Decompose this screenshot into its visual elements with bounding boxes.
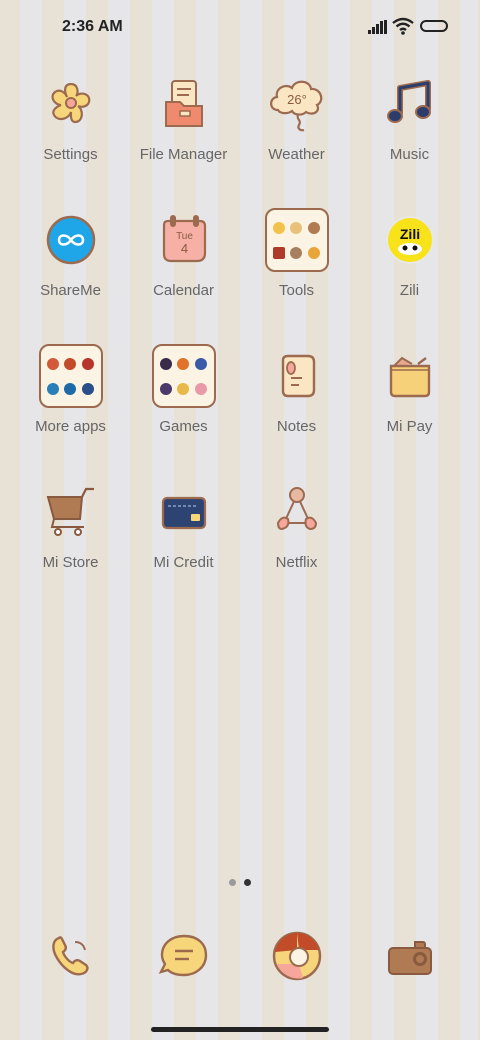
wallet-icon bbox=[389, 356, 430, 398]
notes-icon bbox=[281, 354, 315, 398]
app-label: Zili bbox=[399, 282, 420, 299]
weather-temperature: 26° bbox=[287, 92, 307, 107]
dock-camera[interactable] bbox=[353, 920, 466, 992]
app-label: More apps bbox=[35, 418, 106, 435]
app-tools[interactable]: Tools bbox=[240, 204, 353, 299]
app-shareme[interactable]: ShareMe bbox=[14, 204, 127, 299]
flower-icon bbox=[50, 82, 90, 124]
home-indicator[interactable] bbox=[151, 1027, 329, 1032]
camera-icon bbox=[387, 941, 432, 975]
app-mi-pay[interactable]: Mi Pay bbox=[353, 340, 466, 435]
app-label: Weather bbox=[268, 146, 325, 163]
app-label: ShareMe bbox=[40, 282, 101, 299]
page-indicator[interactable] bbox=[224, 878, 256, 888]
app-label: Music bbox=[389, 146, 430, 163]
app-label: Mi Credit bbox=[153, 554, 214, 571]
dock-messages[interactable] bbox=[127, 920, 240, 992]
shopping-cart-icon bbox=[46, 487, 94, 536]
page-dot-2-active[interactable] bbox=[244, 879, 251, 886]
app-more-apps[interactable]: More apps bbox=[14, 340, 127, 435]
app-games[interactable]: Games bbox=[127, 340, 240, 435]
app-label: File Manager bbox=[139, 146, 228, 163]
app-label: Notes bbox=[276, 418, 317, 435]
app-weather[interactable]: 26° Weather bbox=[240, 68, 353, 163]
battery-icon bbox=[420, 20, 448, 32]
app-notes[interactable]: Notes bbox=[240, 340, 353, 435]
app-label: Calendar bbox=[153, 282, 214, 299]
message-icon bbox=[158, 934, 207, 977]
app-file-manager[interactable]: File Manager bbox=[127, 68, 240, 163]
app-music[interactable]: Music bbox=[353, 68, 466, 163]
status-time: 2:36 AM bbox=[62, 18, 123, 35]
browser-icon bbox=[272, 931, 321, 981]
app-label: Netflix bbox=[275, 554, 318, 571]
music-note-icon bbox=[386, 80, 431, 123]
wifi-icon bbox=[392, 17, 414, 35]
app-label: Games bbox=[159, 418, 208, 435]
app-calendar[interactable]: Tue 4 Calendar bbox=[127, 204, 240, 299]
dock bbox=[14, 920, 466, 992]
app-mi-credit[interactable]: Mi Credit bbox=[127, 476, 240, 571]
tools-folder-icon bbox=[264, 208, 329, 272]
signal-icon bbox=[368, 20, 387, 34]
dock-browser[interactable] bbox=[240, 920, 353, 992]
app-netflix[interactable]: Netflix bbox=[240, 476, 353, 571]
weather-cloud-icon: 26° bbox=[269, 80, 322, 132]
games-folder-icon bbox=[151, 344, 216, 408]
dock-phone[interactable] bbox=[14, 920, 127, 992]
zili-icon: Zili bbox=[385, 216, 434, 264]
app-zili[interactable]: Zili Zili bbox=[353, 204, 466, 299]
shareme-icon bbox=[46, 215, 95, 265]
app-label: Settings bbox=[43, 146, 98, 163]
file-manager-icon bbox=[164, 80, 203, 127]
netflix-icon bbox=[276, 487, 317, 531]
zili-logo-text: Zili bbox=[399, 226, 419, 242]
app-label: Mi Pay bbox=[386, 418, 433, 435]
app-settings[interactable]: Settings bbox=[14, 68, 127, 163]
page-dot-1[interactable] bbox=[229, 879, 236, 886]
app-mi-store[interactable]: Mi Store bbox=[14, 476, 127, 571]
calendar-icon: Tue 4 bbox=[162, 215, 206, 263]
status-bar: 2:36 AM bbox=[0, 0, 480, 54]
calendar-date: 4 bbox=[180, 241, 187, 256]
more-apps-folder-icon bbox=[38, 344, 103, 408]
app-label: Tools bbox=[278, 282, 315, 299]
phone-icon bbox=[51, 936, 89, 976]
app-label: Mi Store bbox=[42, 554, 99, 571]
credit-card-icon bbox=[161, 496, 206, 530]
